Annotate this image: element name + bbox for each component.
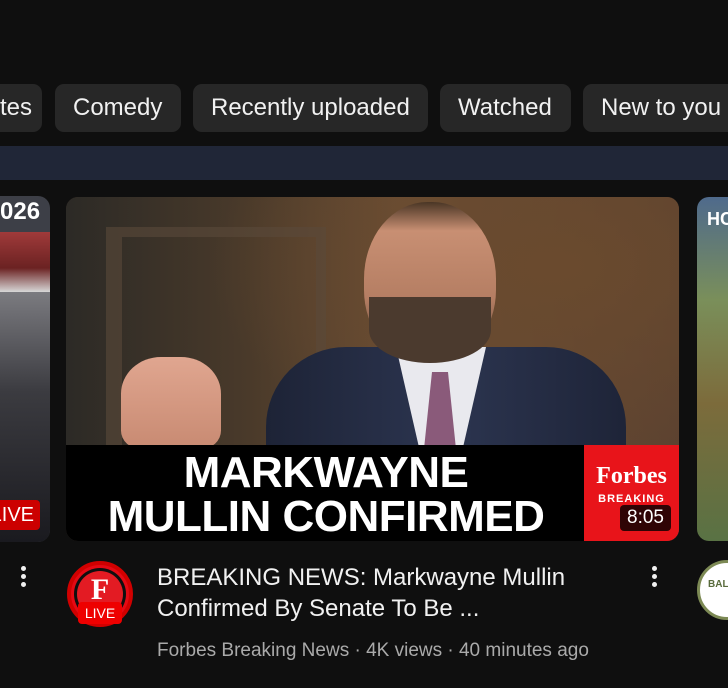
thumbnail-caption-line2: MULLIN CONFIRMED [107, 492, 545, 541]
chip-label: Comedy [73, 94, 163, 121]
channel-live-badge: LIVE [78, 602, 122, 624]
chip-label: New to you [601, 94, 722, 121]
video-title[interactable]: BREAKING NEWS: Markwayne Mullin Confirme… [157, 562, 627, 624]
section-divider [0, 146, 728, 180]
thumbnail-figure-beard [369, 297, 491, 363]
thumbnail-text: 026 [0, 198, 41, 225]
more-options-icon[interactable] [644, 563, 664, 591]
video-thumbnail-right-partial[interactable]: HC [697, 197, 728, 541]
thumbnail-figure-hand [121, 357, 221, 449]
forbes-logo-text: Forbes [596, 463, 667, 489]
avatar-text: BALLIS [708, 579, 728, 590]
forbes-logo-sub: BREAKING [598, 493, 665, 505]
thumbnail-text: HC [707, 209, 728, 229]
filter-chip-bar: tes Comedy Recently uploaded Watched New… [0, 84, 728, 134]
chip-label: tes [0, 94, 33, 121]
video-duration: 8:05 [620, 505, 671, 531]
chip-recently-uploaded[interactable]: Recently uploaded [193, 84, 428, 132]
chip-label: Watched [458, 94, 552, 121]
channel-avatar-right[interactable]: BALLIS [697, 560, 728, 620]
thumbnail-caption-line1: MARKWAYNE [183, 448, 469, 497]
chip-watched[interactable]: Watched [440, 84, 571, 132]
live-badge: LIVE [0, 500, 40, 530]
chip-comedy[interactable]: Comedy [55, 84, 181, 132]
chip-new-to-you[interactable]: New to you [583, 84, 728, 132]
chip-partial[interactable]: tes [0, 84, 42, 132]
more-options-icon[interactable] [13, 563, 33, 591]
thumbnail-image [0, 232, 50, 292]
video-thumbnail-left-partial[interactable]: 026 LIVE [0, 196, 50, 542]
video-meta: Forbes Breaking News · 4K views · 40 min… [157, 640, 589, 661]
video-thumbnail-main[interactable]: MARKWAYNE MULLIN CONFIRMED Forbes BREAKI… [66, 197, 679, 541]
chip-label: Recently uploaded [211, 94, 410, 121]
